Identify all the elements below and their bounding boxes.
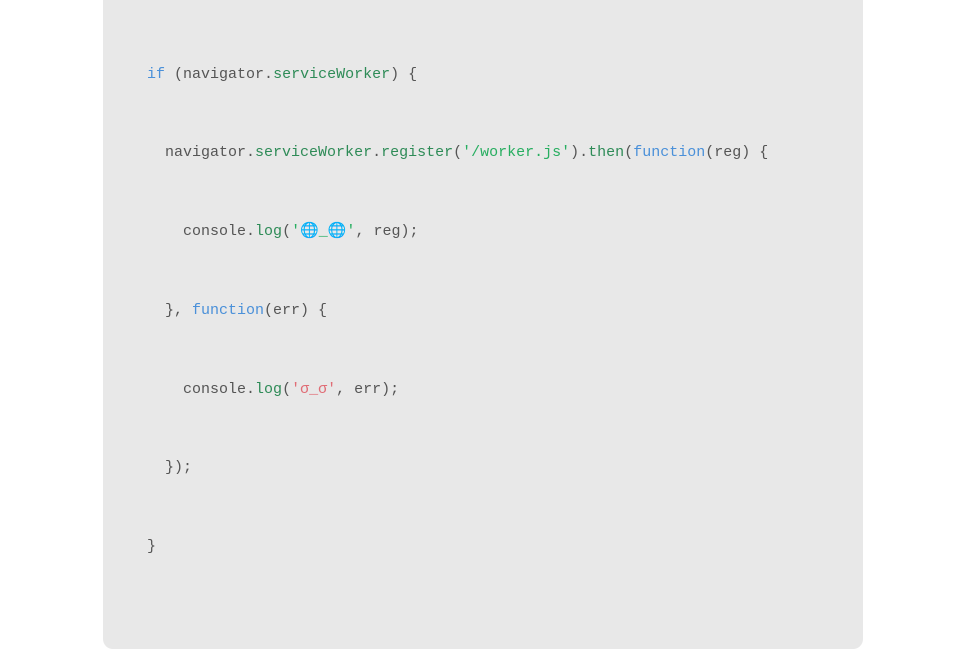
code-line-2: navigator.serviceWorker.register('/worke… — [147, 140, 819, 166]
code-container: // Install Service Worker if (navigator.… — [103, 0, 863, 649]
code-line-5: console.log('σ_σ', err); — [147, 377, 819, 403]
code-line-6: }); — [147, 455, 819, 481]
code-line-comment: // Install Service Worker — [147, 0, 819, 9]
code-line-4: }, function(err) { — [147, 298, 819, 324]
code-line-7: } — [147, 534, 819, 560]
code-line-3: console.log('🌐_🌐', reg); — [147, 219, 819, 245]
code-block: // Install Service Worker if (navigator.… — [147, 0, 819, 613]
code-line-1: if (navigator.serviceWorker) { — [147, 62, 819, 88]
